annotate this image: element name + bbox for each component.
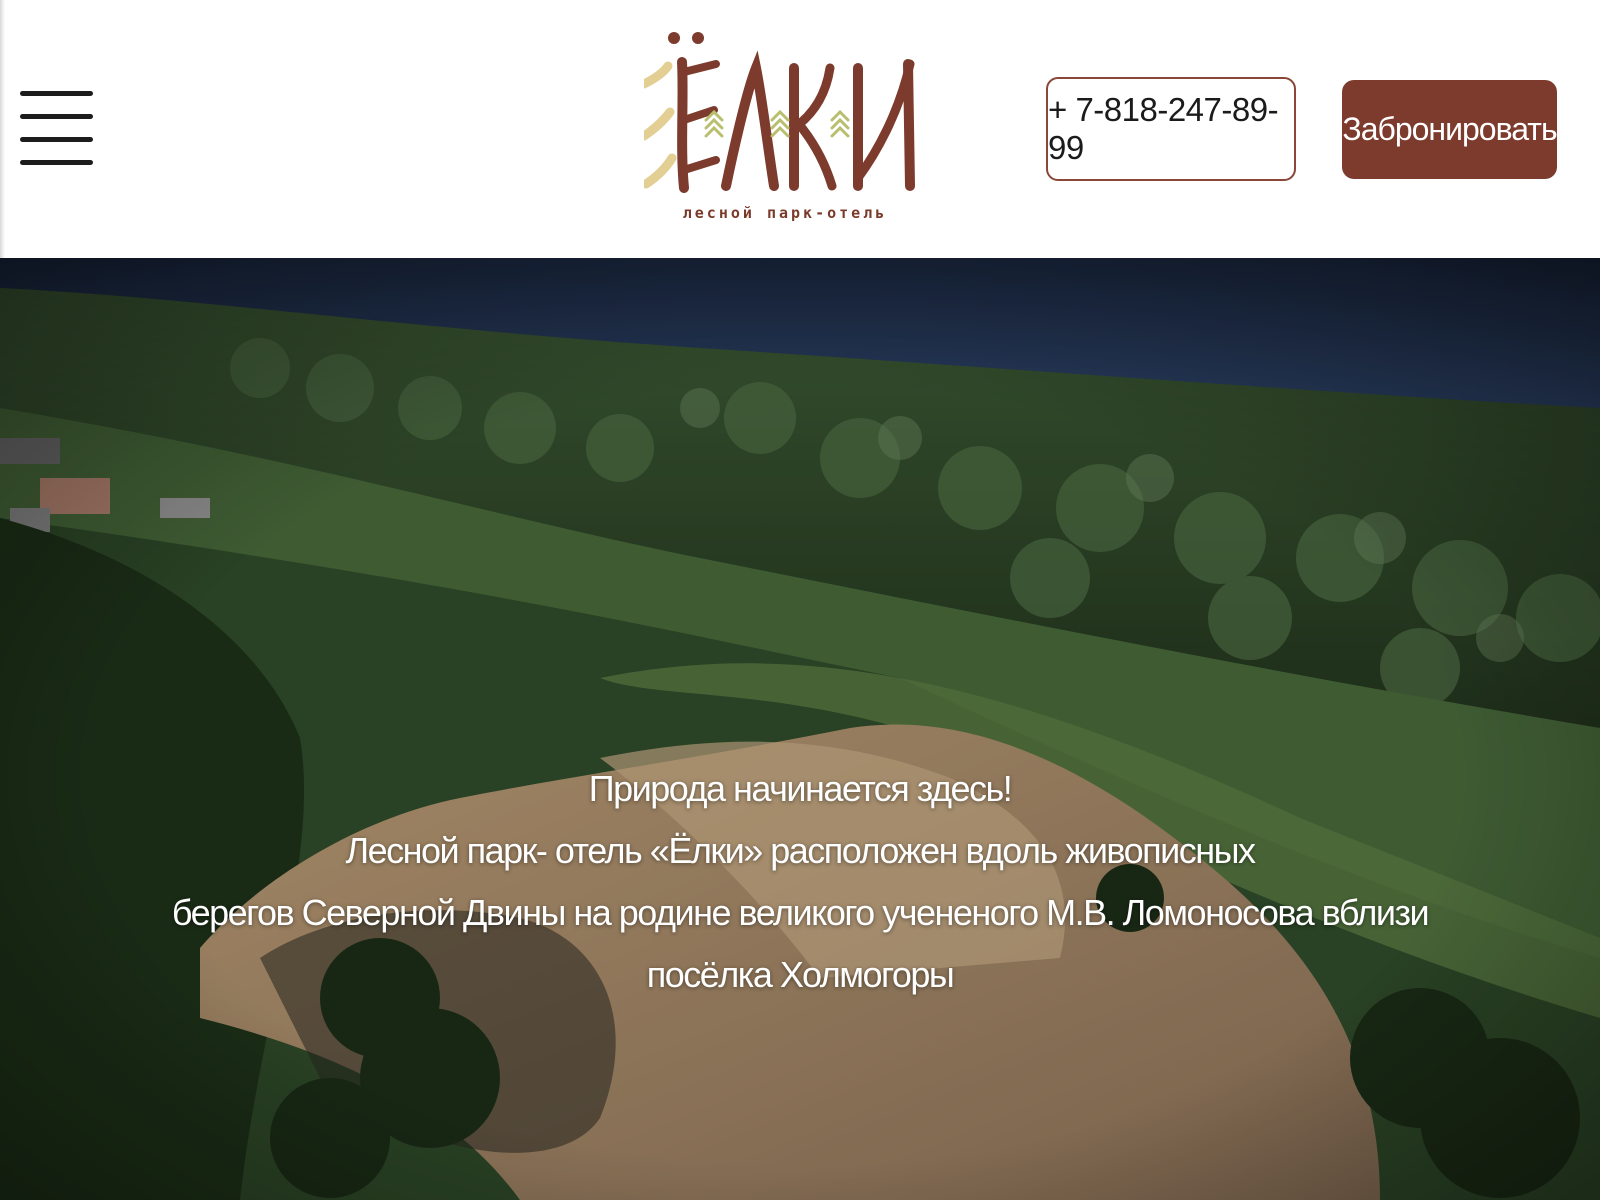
phone-button[interactable]: + 7-818-247-89-99 (1046, 77, 1296, 181)
logo-tagline: лесной парк-отель (682, 204, 888, 222)
menu-bar (20, 160, 93, 165)
edge-shadow (0, 0, 5, 258)
hero-line: берегов Северной Двины на родине великог… (171, 892, 1430, 933)
hero-line: Лесной парк- отель «Ёлки» расположен вдо… (345, 830, 1256, 871)
hero-text-block: Природа начинается здесь! Лесной парк- о… (100, 758, 1500, 1006)
menu-bar (20, 114, 93, 119)
hero-section: Природа начинается здесь! Лесной парк- о… (0, 258, 1600, 1200)
hero-line: посёлка Холмогоры (646, 954, 955, 995)
logo-wordmark (644, 32, 915, 193)
hamburger-menu-icon[interactable] (18, 86, 96, 172)
page: лесной парк-отель + 7-818-247-89-99 Забр… (0, 0, 1600, 1200)
menu-bar (20, 91, 93, 96)
menu-bar (20, 137, 93, 142)
hero-heading: Природа начинается здесь! (588, 768, 1013, 809)
site-logo[interactable]: лесной парк-отель (644, 28, 926, 228)
hero-aerial-photo (0, 258, 1600, 1200)
site-header: лесной парк-отель + 7-818-247-89-99 Забр… (0, 0, 1600, 258)
book-button[interactable]: Забронировать (1342, 80, 1558, 179)
